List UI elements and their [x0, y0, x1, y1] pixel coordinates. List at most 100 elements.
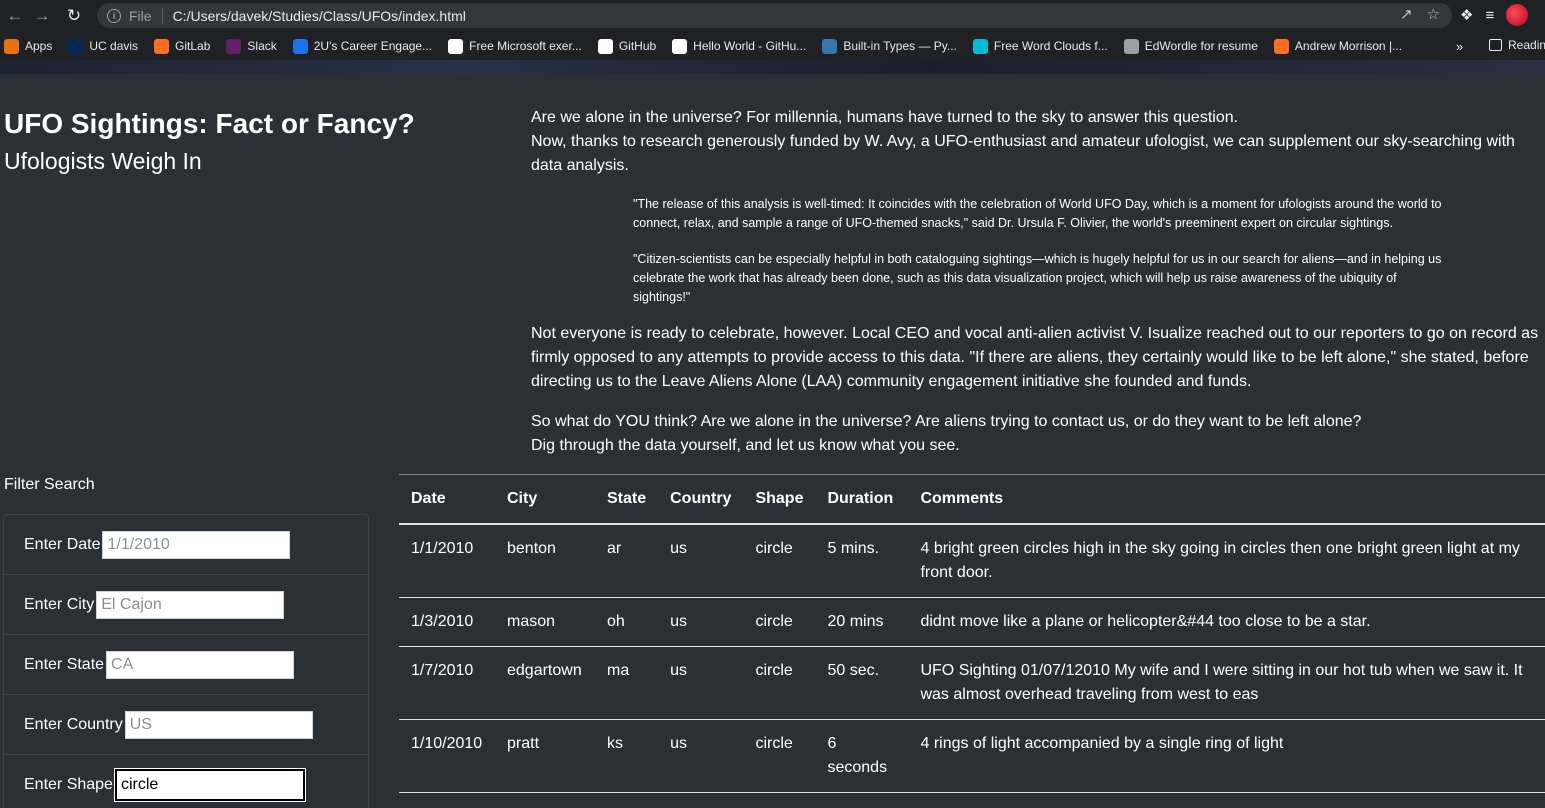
back-icon[interactable]: ←	[0, 1, 30, 31]
forward-icon[interactable]: →	[27, 1, 57, 31]
column-header: State	[595, 474, 659, 525]
bookmark-label: Free Word Clouds f...	[993, 39, 1108, 53]
github-icon	[672, 38, 688, 54]
bookmark-item[interactable]: GitLab	[154, 38, 211, 54]
table-cell: benton	[495, 523, 595, 598]
bookmark-label: Hello World - GitHu...	[693, 39, 807, 53]
page-subtitle: Ufologists Weigh In	[4, 148, 202, 174]
bookmark-label: Free Microsoft exer...	[469, 39, 582, 53]
bookmark-item[interactable]: Free Word Clouds f...	[972, 38, 1108, 54]
extensions-icon[interactable]: ❖	[1460, 6, 1473, 24]
city-input[interactable]	[96, 590, 285, 619]
bookmarks-bar: Apps UC davis GitLab Slack 2U's Career Engag…	[0, 32, 1545, 60]
intro-paragraph-4: So what do YOU think? Are we alone in th…	[531, 410, 1541, 458]
bookmark-item[interactable]: Slack	[226, 38, 277, 54]
filter-row-shape: Enter Shape	[4, 755, 368, 808]
table-header-row: Date City State Country Shape Duration Comment…	[399, 474, 1545, 525]
table-cell: 50 sec.	[815, 646, 909, 720]
filter-label-date: Enter Date	[24, 535, 101, 553]
table-cell: oh	[595, 597, 659, 647]
table-cell: circle	[743, 719, 816, 793]
filter-row-country: Enter Country	[4, 695, 368, 755]
filter-label-shape: Enter Shape	[24, 776, 113, 793]
table-row: 1/3/2010 mason oh us circle 20 mins didnt move…	[399, 597, 1545, 647]
share-icon[interactable]: ↗	[1400, 5, 1413, 23]
table-cell: circle	[743, 646, 816, 720]
globe-icon	[1123, 38, 1139, 54]
table-cell: 1/7/2010	[399, 646, 495, 720]
filter-label-country: Enter Country	[24, 715, 123, 733]
python-icon	[822, 38, 838, 54]
table-header: Date City State Country Shape Duration Comment…	[399, 474, 1545, 525]
shape-input[interactable]	[113, 768, 306, 802]
table-body: 1/1/2010 benton ar us circle 5 mins. 4 bright …	[399, 523, 1545, 793]
bookmark-label: Andrew Morrison |...	[1294, 39, 1403, 53]
bookmark-item[interactable]: Apps	[4, 38, 53, 54]
filter-row-state: Enter State	[4, 635, 368, 695]
column-header: Date	[399, 474, 495, 525]
gitlab-icon	[1273, 38, 1289, 54]
country-input[interactable]	[124, 710, 313, 739]
ufo-table-container: Date City State Country Shape Duration Comment…	[399, 474, 1545, 793]
column-header: City	[495, 474, 595, 525]
table-cell: us	[658, 646, 744, 720]
info-icon[interactable]: i	[107, 8, 121, 23]
filter-row-date: Enter Date	[4, 515, 368, 575]
bookmark-item[interactable]: 2U's Career Engage...	[292, 38, 433, 54]
column-header: Comments	[908, 474, 1545, 525]
blockquote-2: "Citizen-scientists can be especially he…	[633, 252, 1442, 304]
filter-search-title: Filter Search	[4, 476, 95, 493]
table-cell: ks	[595, 719, 659, 793]
intro-paragraph-3: Not everyone is ready to celebrate, howe…	[531, 325, 1539, 390]
bookmark-item[interactable]: Free Microsoft exer...	[448, 38, 582, 54]
reload-icon[interactable]: ↻	[59, 1, 89, 31]
table-cell: us	[658, 597, 744, 647]
date-input[interactable]	[102, 530, 291, 559]
media-icon[interactable]: ≡	[1485, 7, 1494, 24]
bookmark-item[interactable]: GitHub	[597, 38, 656, 54]
bookmark-label: 2U's Career Engage...	[313, 39, 433, 53]
table-cell: 4 bright green circles high in the sky g…	[908, 523, 1545, 598]
table-cell: UFO Sighting 01/07/12010 My wife and I w…	[908, 646, 1545, 720]
reading-list-label: Readin	[1508, 38, 1545, 52]
apps-grid-icon	[4, 38, 19, 54]
page-title: UFO Sightings: Fact or Fancy? Ufologists…	[4, 106, 494, 179]
bookmark-label: GitLab	[175, 39, 211, 53]
bookmark-item[interactable]: Andrew Morrison |...	[1273, 38, 1403, 54]
table-cell: 20 mins	[815, 597, 909, 647]
intro-text: Are we alone in the universe? For millen…	[531, 106, 1545, 178]
bookmark-label: Apps	[25, 39, 53, 53]
reading-list-button[interactable]: Readin	[1489, 38, 1545, 52]
table-cell: circle	[743, 523, 816, 598]
slack-icon	[226, 38, 242, 54]
table-row: 1/7/2010 edgartown ma us circle 50 sec. UFO Si…	[399, 646, 1545, 720]
state-input[interactable]	[106, 650, 295, 679]
address-bar[interactable]: i File C:/Users/davek/Studies/Class/UFOs…	[97, 3, 1452, 28]
table-cell: ma	[595, 646, 659, 720]
table-cell: us	[658, 523, 744, 598]
bookmark-item[interactable]: EdWordle for resume	[1123, 38, 1258, 54]
table-cell: pratt	[495, 719, 595, 793]
page-title-main: UFO Sightings: Fact or Fancy?	[4, 108, 415, 139]
table-cell: 1/10/2010	[399, 719, 495, 793]
bookmarks-more-icon[interactable]: »	[1456, 39, 1463, 54]
intro-paragraph-4a: So what do YOU think? Are we alone in th…	[531, 413, 1362, 430]
page-icon	[448, 38, 464, 54]
profile-avatar[interactable]	[1506, 4, 1529, 26]
url-text[interactable]: C:/Users/davek/Studies/Class/UFOs/index.…	[173, 8, 466, 24]
hero-image-strip	[0, 60, 1545, 74]
filter-panel: Enter Date Enter City Enter State Enter …	[3, 514, 369, 808]
bookmark-label: EdWordle for resume	[1144, 39, 1258, 53]
table-row: 1/1/2010 benton ar us circle 5 mins. 4 bright …	[399, 523, 1545, 598]
bookmark-item[interactable]: Hello World - GitHu...	[672, 38, 807, 54]
filter-label-city: Enter City	[24, 595, 95, 613]
table-cell: 5 mins.	[815, 523, 909, 598]
bookmark-label: Slack	[247, 39, 277, 53]
url-scheme: File	[129, 7, 152, 24]
bookmark-item[interactable]: UC davis	[68, 38, 138, 54]
bookmark-item[interactable]: Built-in Types — Py...	[822, 38, 957, 54]
star-icon[interactable]: ☆	[1427, 5, 1440, 23]
browser-toolbar: ← → ↻ i File C:/Users/davek/Studies/Clas…	[0, 0, 1545, 32]
table-cell: 1/1/2010	[399, 523, 495, 598]
url-separator	[161, 7, 163, 24]
